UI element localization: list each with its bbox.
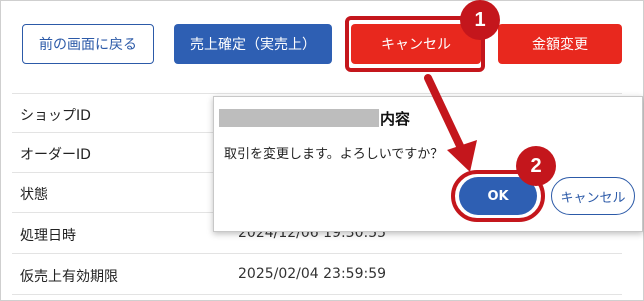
cancel-button[interactable]: キャンセル — [351, 24, 481, 64]
row-label: オーダーID — [20, 147, 91, 163]
confirm-dialog: 内容 取引を変更します。よろしいですか？ OK キャンセル — [213, 96, 643, 232]
row-label: 仮売上有効期限 — [20, 269, 118, 285]
step-1-badge: 1 — [460, 0, 500, 40]
dialog-cancel-button[interactable]: キャンセル — [551, 177, 635, 215]
detail-row-expiry: 仮売上有効期限 2025/02/04 23:59:59 — [12, 255, 622, 295]
redacted-title — [219, 109, 379, 127]
row-label: 処理日時 — [20, 228, 76, 244]
confirm-sale-button[interactable]: 売上確定（実売上） — [174, 24, 332, 64]
row-value: 2025/02/04 23:59:59 — [238, 266, 387, 282]
dialog-title: 内容 — [380, 110, 411, 128]
step-2-badge: 2 — [516, 146, 556, 186]
dialog-message: 取引を変更します。よろしいですか？ — [224, 147, 444, 162]
amount-change-button[interactable]: 金額変更 — [498, 24, 622, 64]
back-button[interactable]: 前の画面に戻る — [22, 24, 154, 64]
row-label: ショップID — [20, 108, 91, 124]
row-label: 状態 — [20, 187, 48, 203]
